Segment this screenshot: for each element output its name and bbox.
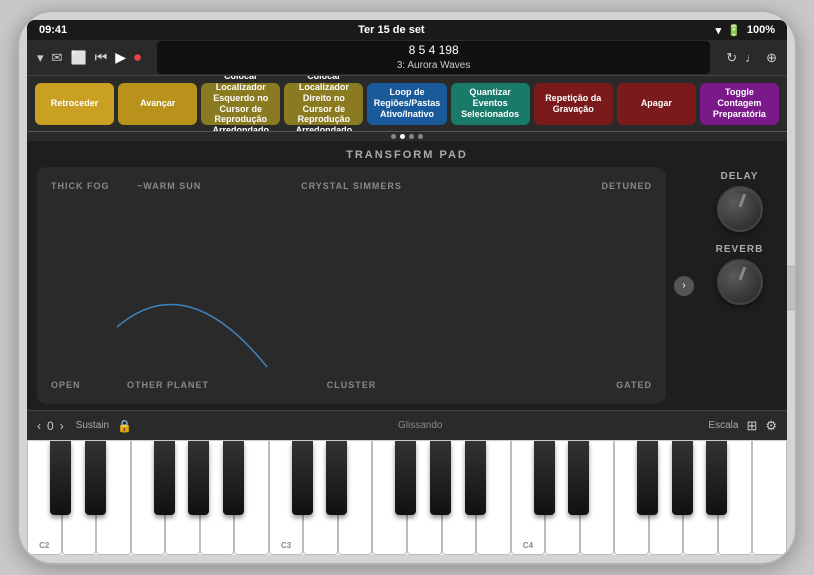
black-key[interactable] [465,441,486,515]
black-key[interactable] [188,441,209,515]
volume-button[interactable] [17,232,19,262]
octave-nav: ‹ 0 › Sustain 🔒 [37,419,132,433]
right-panel: DELAY REVERB [702,167,777,404]
black-key[interactable] [568,441,589,515]
black-key[interactable] [430,441,451,515]
black-key[interactable] [672,441,693,515]
black-key[interactable] [223,441,244,515]
black-key[interactable] [395,441,416,515]
status-right: ▾ 🔋 100% [716,24,775,37]
metronome-icon[interactable]: ♩ [745,50,758,65]
status-bar: 09:41 Ter 15 de set ▾ 🔋 100% [27,20,787,40]
settings2-icon[interactable]: ⚙ [765,418,777,434]
battery-icon: 🔋 [727,24,741,37]
transform-title: TRANSFORM PAD [37,149,777,161]
black-key[interactable] [637,441,658,515]
glissando-area: Glissando [144,420,696,431]
quantizar-button[interactable]: Quantizar Eventos Selecionados [451,83,530,125]
avancar-button[interactable]: Avançar [118,83,197,125]
status-time: 09:41 [39,24,67,36]
black-key[interactable] [706,441,727,515]
grid-icon[interactable]: ⊞ [746,418,757,434]
play-button[interactable]: ▶ [115,49,126,66]
record-button[interactable]: ⏺ [134,49,141,66]
piano-keys: C2C3C4 [27,441,787,555]
toggle-button[interactable]: Toggle Contagem Preparatória [700,83,779,125]
reverb-knob[interactable] [717,259,763,305]
black-key[interactable] [154,441,175,515]
reverb-label: REVERB [716,244,764,255]
transport-right: ↻ ♩ ⊕ [726,50,777,66]
transport-bar: ▾ ✉ ⬜ ⏮ ▶ ⏺ 8 5 4 198 3: Aurora Waves ↻ … [27,40,787,76]
piano[interactable]: C2C3C4 [27,440,787,555]
delay-section: DELAY [717,171,763,232]
loop-button[interactable]: Loop de Regiões/Pastas Ativo/Inativo [367,83,446,125]
transport-display: 8 5 4 198 3: Aurora Waves [157,41,710,74]
transform-pad[interactable]: THICK FOG ~WARM SUN CRYSTAL SIMMERS DETU… [37,167,666,404]
page-dots [27,132,787,141]
delay-label: DELAY [721,171,759,182]
loc-esq-button[interactable]: Colocar Localizador Esquerdo no Cursor d… [201,83,280,125]
repeticao-button[interactable]: Repetição da Gravação [534,83,613,125]
black-key[interactable] [326,441,347,515]
black-key[interactable] [292,441,313,515]
transport-track: 3: Aurora Waves [397,59,471,72]
loc-dir-button[interactable]: Colocar Localizador Direito no Cursor de… [284,83,363,125]
retroceder-button[interactable]: Retroceder [35,83,114,125]
dot-1[interactable] [400,134,405,139]
reverb-section: REVERB [716,244,764,305]
kbd-right: Escala ⊞ ⚙ [708,418,777,434]
battery-level: 100% [747,24,775,36]
apagar-button[interactable]: Apagar [617,83,696,125]
black-key[interactable] [50,441,71,515]
white-key[interactable] [752,441,787,555]
pad-curve [37,167,666,404]
expand-button[interactable]: › [674,276,694,296]
toolbar: Retroceder Avançar Colocar Localizador E… [27,76,787,132]
sustain-label: Sustain [76,420,109,431]
loop-icon[interactable]: ↻ [726,50,737,66]
glissando-label: Glissando [398,420,442,431]
transport-position: 8 5 4 198 [409,43,459,59]
escala-label: Escala [708,420,738,431]
transport-left: ▾ ✉ ⬜ [37,50,87,66]
dot-0[interactable] [391,134,396,139]
black-key[interactable] [534,441,555,515]
dot-3[interactable] [418,134,423,139]
transform-section: TRANSFORM PAD THICK FOG ~WARM SUN CRYSTA… [27,141,787,410]
screen: 09:41 Ter 15 de set ▾ 🔋 100% ▾ ✉ ⬜ ⏮ ▶ ⏺… [27,20,787,555]
settings-icon[interactable]: ⊕ [766,50,777,66]
dot-2[interactable] [409,134,414,139]
delay-knob[interactable] [717,186,763,232]
keyboard-controls: ‹ 0 › Sustain 🔒 Glissando Escala ⊞ ⚙ [27,410,787,440]
octave-right[interactable]: › [60,419,64,433]
rewind-button[interactable]: ⏮ [95,49,108,66]
status-date: Ter 15 de set [358,24,424,36]
octave-value: 0 [47,419,54,433]
black-key[interactable] [85,441,106,515]
wifi-icon: ▾ [716,24,722,37]
transform-content: THICK FOG ~WARM SUN CRYSTAL SIMMERS DETU… [37,167,777,404]
midi-icon[interactable]: ✉ [52,50,63,66]
layout-icon[interactable]: ⬜ [70,50,86,66]
sustain-icon[interactable]: 🔒 [117,419,132,433]
dropdown-icon[interactable]: ▾ [37,50,44,66]
ipad-frame: 09:41 Ter 15 de set ▾ 🔋 100% ▾ ✉ ⬜ ⏮ ▶ ⏺… [17,10,797,565]
octave-left[interactable]: ‹ [37,419,41,433]
